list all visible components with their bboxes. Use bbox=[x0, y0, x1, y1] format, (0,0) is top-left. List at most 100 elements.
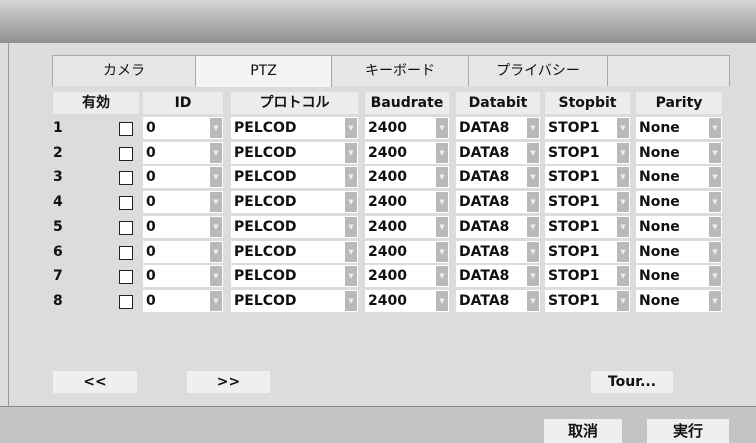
protocol-select[interactable]: PELCOD ▼ bbox=[231, 191, 358, 213]
dropdown-arrow-icon[interactable]: ▼ bbox=[210, 143, 222, 163]
dropdown-arrow-icon[interactable]: ▼ bbox=[617, 291, 629, 311]
databit-select[interactable]: DATA8 ▼ bbox=[456, 142, 540, 164]
stopbit-select[interactable]: STOP1 ▼ bbox=[545, 166, 630, 188]
dropdown-arrow-icon[interactable]: ▼ bbox=[210, 242, 222, 262]
dropdown-arrow-icon[interactable]: ▼ bbox=[210, 118, 222, 138]
parity-select[interactable]: None ▼ bbox=[636, 265, 722, 287]
baudrate-select[interactable]: 2400 ▼ bbox=[365, 117, 449, 139]
id-select[interactable]: 0 ▼ bbox=[143, 117, 223, 139]
tour-button[interactable]: Tour... bbox=[591, 371, 673, 393]
dropdown-arrow-icon[interactable]: ▼ bbox=[709, 167, 721, 187]
dropdown-arrow-icon[interactable]: ▼ bbox=[617, 242, 629, 262]
protocol-select[interactable]: PELCOD ▼ bbox=[231, 290, 358, 312]
dropdown-arrow-icon[interactable]: ▼ bbox=[210, 167, 222, 187]
dropdown-arrow-icon[interactable]: ▼ bbox=[617, 217, 629, 237]
databit-select[interactable]: DATA8 ▼ bbox=[456, 191, 540, 213]
stopbit-select[interactable]: STOP1 ▼ bbox=[545, 191, 630, 213]
id-select[interactable]: 0 ▼ bbox=[143, 290, 223, 312]
dropdown-arrow-icon[interactable]: ▼ bbox=[345, 167, 357, 187]
parity-select[interactable]: None ▼ bbox=[636, 142, 722, 164]
enable-checkbox[interactable] bbox=[119, 196, 133, 210]
dropdown-arrow-icon[interactable]: ▼ bbox=[345, 217, 357, 237]
dropdown-arrow-icon[interactable]: ▼ bbox=[345, 143, 357, 163]
parity-select[interactable]: None ▼ bbox=[636, 191, 722, 213]
id-select[interactable]: 0 ▼ bbox=[143, 142, 223, 164]
baudrate-select[interactable]: 2400 ▼ bbox=[365, 290, 449, 312]
dropdown-arrow-icon[interactable]: ▼ bbox=[527, 266, 539, 286]
dropdown-arrow-icon[interactable]: ▼ bbox=[345, 192, 357, 212]
execute-button[interactable]: 実行 bbox=[647, 419, 729, 443]
baudrate-select[interactable]: 2400 ▼ bbox=[365, 265, 449, 287]
protocol-select[interactable]: PELCOD ▼ bbox=[231, 265, 358, 287]
enable-checkbox[interactable] bbox=[119, 122, 133, 136]
protocol-select[interactable]: PELCOD ▼ bbox=[231, 142, 358, 164]
enable-checkbox[interactable] bbox=[119, 147, 133, 161]
dropdown-arrow-icon[interactable]: ▼ bbox=[709, 192, 721, 212]
protocol-select[interactable]: PELCOD ▼ bbox=[231, 241, 358, 263]
id-select[interactable]: 0 ▼ bbox=[143, 191, 223, 213]
dropdown-arrow-icon[interactable]: ▼ bbox=[345, 118, 357, 138]
dropdown-arrow-icon[interactable]: ▼ bbox=[436, 192, 448, 212]
dropdown-arrow-icon[interactable]: ▼ bbox=[527, 118, 539, 138]
next-page-button[interactable]: >> bbox=[187, 371, 270, 393]
dropdown-arrow-icon[interactable]: ▼ bbox=[527, 192, 539, 212]
tab-privacy[interactable]: プライバシー bbox=[469, 56, 608, 86]
dropdown-arrow-icon[interactable]: ▼ bbox=[436, 266, 448, 286]
enable-checkbox[interactable] bbox=[119, 246, 133, 260]
protocol-select[interactable]: PELCOD ▼ bbox=[231, 216, 358, 238]
stopbit-select[interactable]: STOP1 ▼ bbox=[545, 117, 630, 139]
dropdown-arrow-icon[interactable]: ▼ bbox=[210, 217, 222, 237]
baudrate-select[interactable]: 2400 ▼ bbox=[365, 241, 449, 263]
parity-select[interactable]: None ▼ bbox=[636, 166, 722, 188]
baudrate-select[interactable]: 2400 ▼ bbox=[365, 166, 449, 188]
baudrate-select[interactable]: 2400 ▼ bbox=[365, 191, 449, 213]
dropdown-arrow-icon[interactable]: ▼ bbox=[617, 118, 629, 138]
dropdown-arrow-icon[interactable]: ▼ bbox=[436, 167, 448, 187]
databit-select[interactable]: DATA8 ▼ bbox=[456, 265, 540, 287]
id-select[interactable]: 0 ▼ bbox=[143, 216, 223, 238]
tab-ptz[interactable]: PTZ bbox=[196, 56, 332, 87]
dropdown-arrow-icon[interactable]: ▼ bbox=[709, 217, 721, 237]
dropdown-arrow-icon[interactable]: ▼ bbox=[345, 266, 357, 286]
dropdown-arrow-icon[interactable]: ▼ bbox=[210, 291, 222, 311]
dropdown-arrow-icon[interactable]: ▼ bbox=[436, 242, 448, 262]
dropdown-arrow-icon[interactable]: ▼ bbox=[527, 291, 539, 311]
prev-page-button[interactable]: << bbox=[53, 371, 137, 393]
cancel-button[interactable]: 取消 bbox=[544, 419, 622, 443]
dropdown-arrow-icon[interactable]: ▼ bbox=[436, 217, 448, 237]
stopbit-select[interactable]: STOP1 ▼ bbox=[545, 265, 630, 287]
stopbit-select[interactable]: STOP1 ▼ bbox=[545, 290, 630, 312]
dropdown-arrow-icon[interactable]: ▼ bbox=[527, 217, 539, 237]
dropdown-arrow-icon[interactable]: ▼ bbox=[527, 167, 539, 187]
parity-select[interactable]: None ▼ bbox=[636, 241, 722, 263]
dropdown-arrow-icon[interactable]: ▼ bbox=[436, 118, 448, 138]
dropdown-arrow-icon[interactable]: ▼ bbox=[210, 192, 222, 212]
databit-select[interactable]: DATA8 ▼ bbox=[456, 241, 540, 263]
dropdown-arrow-icon[interactable]: ▼ bbox=[345, 242, 357, 262]
dropdown-arrow-icon[interactable]: ▼ bbox=[436, 291, 448, 311]
dropdown-arrow-icon[interactable]: ▼ bbox=[709, 266, 721, 286]
protocol-select[interactable]: PELCOD ▼ bbox=[231, 166, 358, 188]
baudrate-select[interactable]: 2400 ▼ bbox=[365, 216, 449, 238]
databit-select[interactable]: DATA8 ▼ bbox=[456, 216, 540, 238]
tab-camera[interactable]: カメラ bbox=[53, 56, 196, 86]
stopbit-select[interactable]: STOP1 ▼ bbox=[545, 142, 630, 164]
parity-select[interactable]: None ▼ bbox=[636, 117, 722, 139]
dropdown-arrow-icon[interactable]: ▼ bbox=[345, 291, 357, 311]
stopbit-select[interactable]: STOP1 ▼ bbox=[545, 216, 630, 238]
dropdown-arrow-icon[interactable]: ▼ bbox=[527, 242, 539, 262]
dropdown-arrow-icon[interactable]: ▼ bbox=[617, 192, 629, 212]
dropdown-arrow-icon[interactable]: ▼ bbox=[709, 143, 721, 163]
databit-select[interactable]: DATA8 ▼ bbox=[456, 290, 540, 312]
enable-checkbox[interactable] bbox=[119, 171, 133, 185]
stopbit-select[interactable]: STOP1 ▼ bbox=[545, 241, 630, 263]
dropdown-arrow-icon[interactable]: ▼ bbox=[436, 143, 448, 163]
baudrate-select[interactable]: 2400 ▼ bbox=[365, 142, 449, 164]
tab-keyboard[interactable]: キーボード bbox=[332, 56, 469, 86]
id-select[interactable]: 0 ▼ bbox=[143, 166, 223, 188]
id-select[interactable]: 0 ▼ bbox=[143, 265, 223, 287]
dropdown-arrow-icon[interactable]: ▼ bbox=[210, 266, 222, 286]
enable-checkbox[interactable] bbox=[119, 295, 133, 309]
dropdown-arrow-icon[interactable]: ▼ bbox=[617, 167, 629, 187]
dropdown-arrow-icon[interactable]: ▼ bbox=[709, 291, 721, 311]
